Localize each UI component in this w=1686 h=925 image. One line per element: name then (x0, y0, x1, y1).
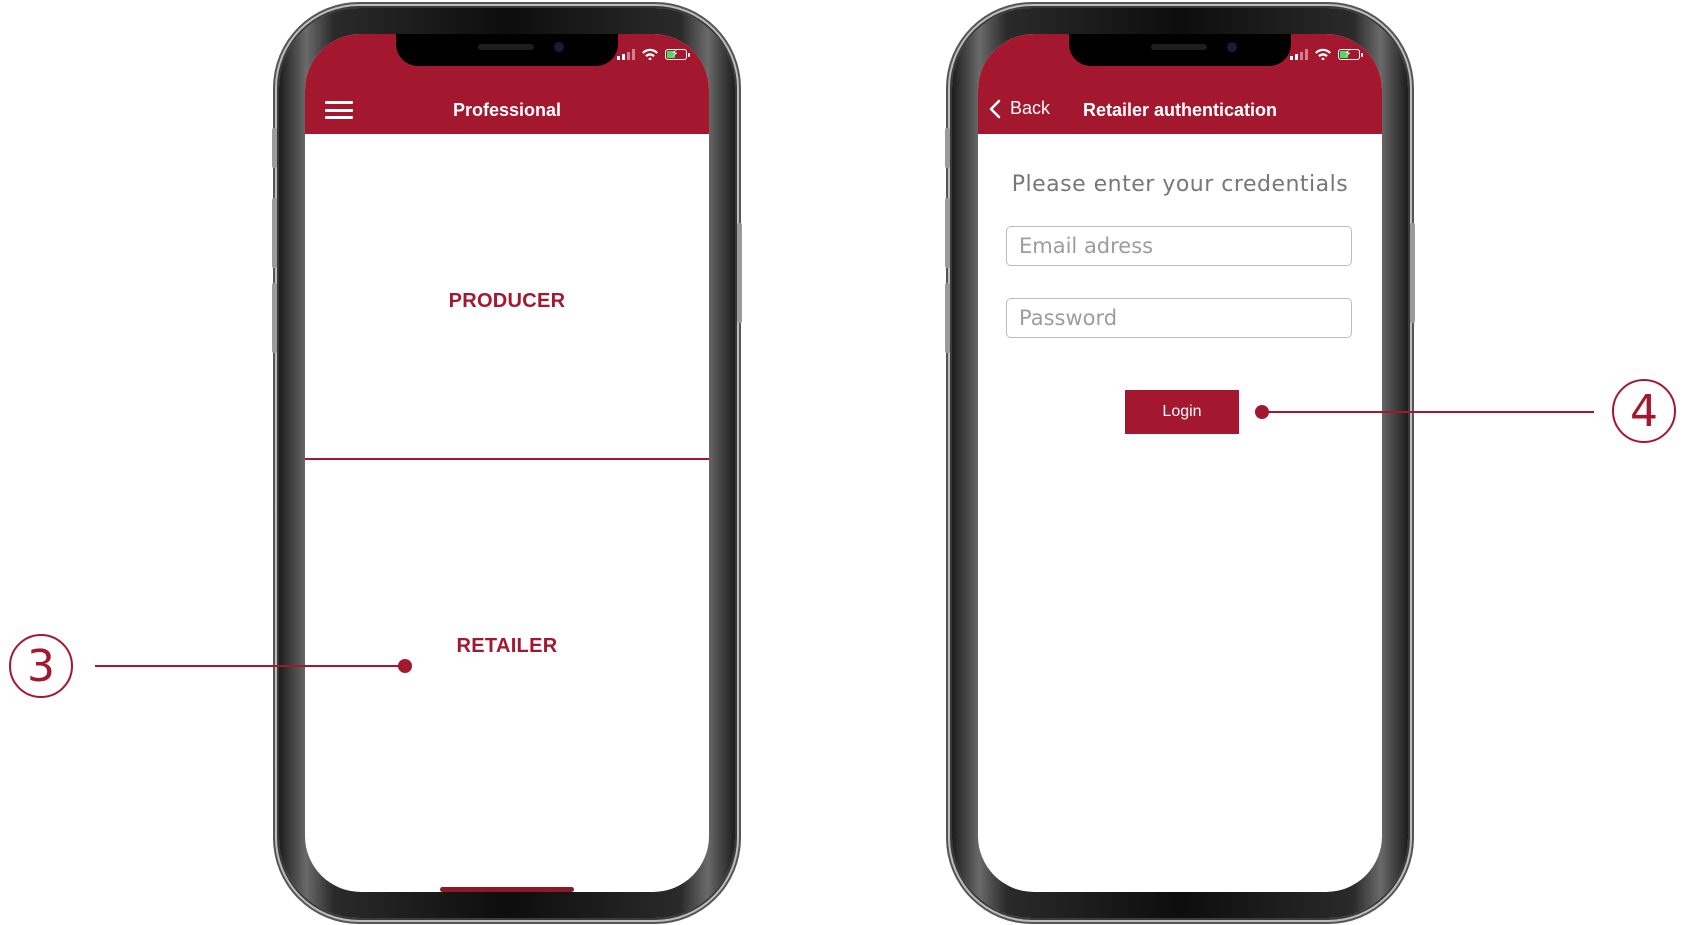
producer-option[interactable]: PRODUCER (305, 290, 709, 313)
login-button[interactable]: Login (1125, 390, 1239, 434)
page-title: Professional (452, 100, 562, 120)
notch (396, 34, 618, 66)
password-field[interactable] (1006, 298, 1352, 338)
power-button (1410, 223, 1415, 323)
volume-up-button (272, 198, 277, 268)
phone-retailer-login: ⚡ Back Retailer authentication Please en… (945, 8, 1415, 918)
battery-charging-icon: ⚡ (665, 47, 690, 60)
step-4-pointer-dot (1255, 405, 1269, 419)
battery-charging-icon: ⚡ (1338, 47, 1363, 60)
page-title: Retailer authentication (1082, 100, 1278, 120)
step-4-callout: 4 (1612, 379, 1676, 443)
step-3-callout: 3 (9, 634, 73, 698)
front-camera (1227, 42, 1237, 52)
step-4-leader-line (1262, 411, 1594, 413)
screen-retailer-login: ⚡ Back Retailer authentication Please en… (978, 34, 1382, 892)
status-bar: ⚡ (1290, 47, 1363, 60)
status-bar: ⚡ (617, 47, 690, 60)
wifi-icon (642, 48, 658, 60)
phone-professional: ⚡ Professional PRODUCER RETAILER (272, 8, 742, 918)
credentials-prompt: Please enter your credentials (1011, 172, 1349, 197)
screen-professional: ⚡ Professional PRODUCER RETAILER (305, 34, 709, 892)
step-3-leader-line (95, 665, 405, 667)
mute-switch (945, 128, 950, 168)
cellular-signal-icon (1290, 48, 1308, 60)
volume-down-button (272, 283, 277, 353)
front-camera (554, 42, 564, 52)
notch (1069, 34, 1291, 66)
earpiece (1151, 44, 1207, 50)
retailer-option[interactable]: RETAILER (305, 635, 709, 658)
volume-up-button (945, 198, 950, 268)
mute-switch (272, 128, 277, 168)
wifi-icon (1315, 48, 1331, 60)
earpiece (478, 44, 534, 50)
cellular-signal-icon (617, 48, 635, 60)
home-indicator (440, 887, 574, 892)
figure-canvas: ⚡ Professional PRODUCER RETAILER ⚡ Back … (0, 0, 1686, 925)
email-field[interactable] (1006, 226, 1352, 266)
divider (305, 458, 709, 460)
power-button (737, 223, 742, 323)
volume-down-button (945, 283, 950, 353)
step-3-pointer-dot (398, 659, 412, 673)
